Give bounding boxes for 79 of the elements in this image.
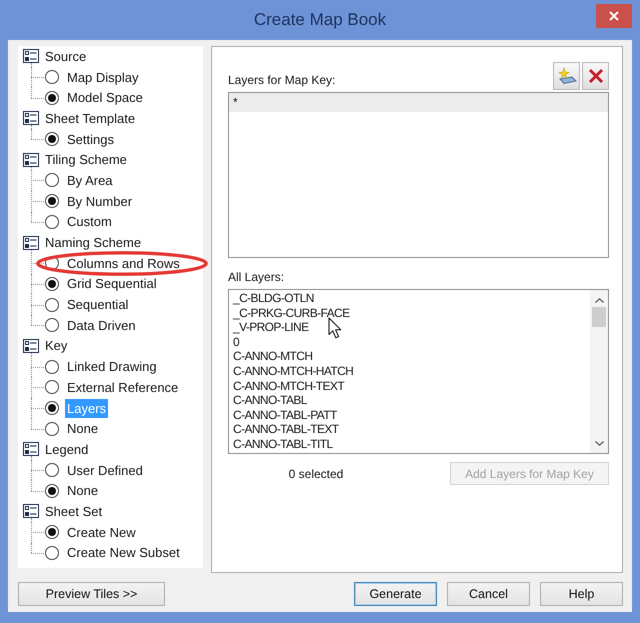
list-item[interactable]: 0 (229, 334, 590, 350)
radio-button[interactable] (45, 546, 59, 560)
tree-group-label[interactable]: Sheet Set (43, 502, 104, 521)
list-item[interactable]: _C-PRKG-CURB-FACE (229, 306, 590, 320)
tree-option-label[interactable]: Sequential (65, 295, 130, 314)
form-icon (23, 504, 39, 518)
list-item[interactable]: C-ANNO-MTCH-HATCH (229, 364, 590, 379)
sparkle-tile-icon (556, 67, 576, 85)
list-item[interactable]: C-ANNO-MTCH-TEXT (229, 378, 590, 394)
tree-group-label[interactable]: Sheet Template (43, 108, 138, 128)
tree-option-label[interactable]: Create New (65, 522, 138, 542)
cross-icon (588, 68, 604, 84)
tree-group-label[interactable]: Legend (43, 440, 90, 459)
radio-button[interactable] (45, 484, 59, 498)
close-button[interactable] (596, 4, 632, 28)
tree-option-label[interactable]: By Area (65, 170, 115, 190)
tree-group-label[interactable]: Tiling Scheme (43, 150, 129, 170)
tree-option-label[interactable]: Create New Subset (65, 543, 182, 562)
field-label: All Layers: (228, 270, 284, 285)
list-item[interactable]: _C-BLDG-OTLN (229, 291, 590, 306)
form-icon (23, 236, 39, 250)
tree-option-label[interactable]: Model Space (65, 88, 145, 108)
scrollbar[interactable] (590, 290, 608, 453)
radio-button[interactable] (45, 70, 59, 84)
form-icon (23, 152, 39, 167)
tree-option-label[interactable]: By Number (65, 192, 134, 211)
list-item[interactable]: C-ANNO-TABL-TITL (229, 436, 590, 452)
tree-option-label[interactable]: User Defined (65, 460, 145, 480)
form-icon (23, 111, 39, 126)
delete-button[interactable] (582, 62, 609, 90)
form-icon (23, 338, 39, 353)
add-layer-button[interactable] (553, 62, 580, 90)
tree-option-label[interactable]: Settings (65, 130, 116, 149)
radio-button[interactable] (45, 380, 59, 394)
list-item[interactable]: C-ANNO-TABL-PATT (229, 408, 590, 422)
radio-button[interactable] (45, 360, 59, 374)
list-item[interactable]: * (229, 93, 608, 112)
radio-button[interactable] (45, 214, 59, 229)
tree-option-label[interactable]: Data Driven (65, 316, 138, 335)
scroll-up-icon[interactable] (594, 298, 604, 303)
form-icon (23, 49, 39, 64)
radio-button[interactable] (45, 173, 59, 188)
map-key-list[interactable]: * (228, 92, 609, 258)
tree-option-label[interactable]: Map Display (65, 68, 141, 87)
tree-option-label[interactable]: External Reference (65, 378, 180, 397)
field-label: Layers for Map Key: (228, 73, 336, 89)
radio-button[interactable] (45, 194, 59, 208)
list-item[interactable]: C-ANNO-MTCH (229, 349, 590, 364)
tree-option-label[interactable]: Linked Drawing (65, 357, 159, 376)
tree-option-label[interactable]: Grid Sequential (65, 274, 159, 294)
scrollbar-thumb[interactable] (592, 307, 606, 327)
tree-option-label[interactable]: None (65, 419, 100, 438)
tree-option-label[interactable]: Custom (65, 212, 114, 232)
tree-group-label[interactable]: Key (43, 336, 70, 356)
tree-group-label[interactable]: Naming Scheme (43, 233, 144, 252)
radio-button[interactable] (45, 298, 59, 312)
radio-button[interactable] (45, 401, 59, 416)
dialog-button[interactable]: Generate (354, 582, 437, 606)
radio-button[interactable] (45, 318, 59, 332)
radio-button[interactable] (45, 276, 59, 291)
radio-button[interactable] (45, 90, 59, 105)
selection-count: 0 selected (288, 466, 344, 480)
list-item[interactable]: _V-PROP-LINE (229, 320, 590, 335)
scroll-down-icon[interactable] (594, 441, 604, 446)
radio-button[interactable] (45, 422, 59, 436)
list-item[interactable]: C-ANNO-TABL-TEXT (229, 422, 590, 437)
radio-button[interactable] (45, 463, 59, 478)
dialog-button[interactable]: Cancel (447, 582, 530, 606)
form-icon (23, 442, 39, 456)
dialog-button[interactable]: Help (540, 582, 623, 606)
tree-option-label[interactable]: None (65, 481, 100, 500)
preview-button[interactable]: Preview Tiles >> (18, 582, 165, 606)
radio-button[interactable] (45, 132, 59, 146)
close-icon (609, 11, 619, 21)
list-item[interactable]: C-ANNO-TABL (229, 393, 590, 408)
window-title: Create Map Book (254, 10, 386, 30)
radio-button[interactable] (45, 525, 59, 540)
tree-group-label[interactable]: Source (43, 46, 88, 66)
layer-list[interactable]: _C-BLDG-OTLN _C-PRKG-CURB-FACE _V-PROP-LINE 0 C-ANNO-MTCH C-ANNO-MTCH-HATCH C-ANNO-MTCH-TEXT C-ANNO-TABL C-ANNO-TABL-PATT C-ANNO-TABL-TEXT C-ANNO-TABL-TITL (228, 289, 609, 454)
